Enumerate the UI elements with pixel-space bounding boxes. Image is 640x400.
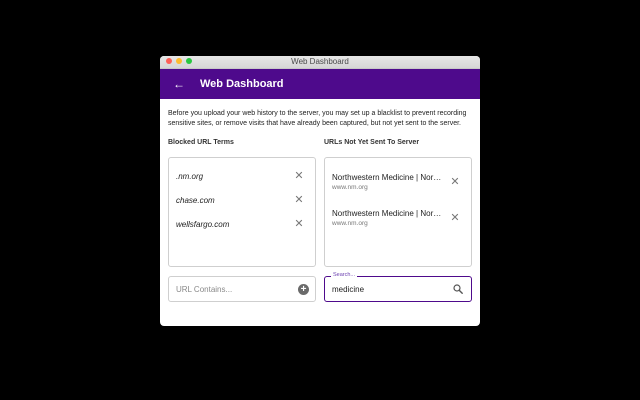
blocked-list[interactable]: .nm.org ✕ chase.com ✕ wellsfargo.com ✕ (168, 157, 316, 267)
close-icon[interactable]: ✕ (293, 194, 305, 206)
unsent-list[interactable]: Northwestern Medicine | Northwestern Med… (324, 157, 472, 267)
columns: Blocked URL Terms .nm.org ✕ chase.com ✕ … (168, 139, 472, 267)
url-contains-field: + (168, 276, 316, 302)
search-label: Search... (331, 272, 358, 279)
list-item: .nm.org ✕ (169, 164, 315, 188)
list-item: Northwestern Medicine | Northwestern Med… (325, 164, 471, 200)
blocked-term-label: .nm.org (176, 171, 204, 181)
intro-text: Before you upload your web history to th… (168, 110, 467, 127)
main-content: Before you upload your web history to th… (160, 99, 480, 302)
unsent-heading: URLs Not Yet Sent To Server (324, 139, 420, 146)
blocked-term-label: chase.com (176, 195, 215, 205)
list-item: chase.com ✕ (169, 188, 315, 212)
url-title: Northwestern Medicine | Northwestern Med… (332, 173, 442, 182)
url-title: Northwestern Medicine | Northwestern Med… (332, 209, 442, 218)
search-icon[interactable] (453, 284, 463, 294)
url-domain: www.nm.org (332, 184, 368, 191)
search-input[interactable] (332, 284, 442, 294)
blocked-column: Blocked URL Terms .nm.org ✕ chase.com ✕ … (168, 139, 316, 267)
app-window: Web Dashboard ← Web Dashboard Before you… (160, 56, 480, 326)
url-contains-input[interactable] (176, 284, 286, 294)
window-title: Web Dashboard (291, 57, 349, 66)
unsent-column: URLs Not Yet Sent To Server Northwestern… (324, 139, 472, 267)
app-bar: ← Web Dashboard (160, 69, 480, 99)
close-icon[interactable]: ✕ (293, 218, 305, 230)
input-row: + Search... (168, 272, 472, 302)
search-field: Search... (324, 272, 472, 302)
window-titlebar: Web Dashboard (160, 56, 480, 69)
arrow-left-icon: ← (173, 77, 185, 91)
list-item: wellsfargo.com ✕ (169, 212, 315, 236)
blocked-term-label: wellsfargo.com (176, 219, 230, 229)
list-item: Northwestern Medicine | Northwestern Med… (325, 200, 471, 236)
back-button[interactable]: ← (168, 78, 190, 90)
close-icon[interactable]: ✕ (449, 212, 461, 224)
add-circle-icon[interactable]: + (298, 283, 309, 295)
close-icon[interactable]: ✕ (449, 176, 461, 188)
page-title: Web Dashboard (200, 78, 284, 90)
blocked-heading: Blocked URL Terms (168, 139, 234, 146)
close-icon[interactable]: ✕ (293, 170, 305, 182)
url-domain: www.nm.org (332, 220, 368, 227)
url-text: Northwestern Medicine | Northwestern Med… (332, 208, 442, 228)
url-text: Northwestern Medicine | Northwestern Med… (332, 172, 442, 192)
